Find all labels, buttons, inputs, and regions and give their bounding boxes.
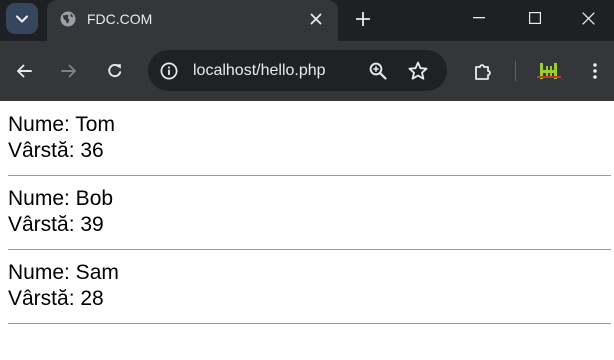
minimize-button[interactable] (451, 0, 507, 36)
plus-icon (356, 12, 370, 26)
minimize-icon (473, 17, 485, 19)
tab-title: FDC.COM (87, 11, 153, 27)
toolbar-divider (515, 61, 516, 81)
close-icon (582, 11, 595, 25)
address-bar[interactable]: localhost/hello.php (148, 50, 447, 91)
star-icon (408, 61, 428, 81)
arrow-left-icon (16, 63, 32, 79)
page-content: Nume: Tom Vârstă: 36 Nume: Bob Vârstă: 3… (0, 101, 614, 360)
maximize-icon (529, 12, 541, 24)
url-text[interactable]: localhost/hello.php (193, 61, 326, 81)
chevron-down-icon (16, 14, 28, 23)
extension-app-button[interactable] (534, 56, 564, 86)
close-icon (310, 13, 322, 25)
back-button[interactable] (9, 56, 39, 86)
new-tab-button[interactable] (350, 6, 376, 32)
close-tab-button[interactable] (305, 8, 327, 30)
reload-button[interactable] (100, 56, 130, 86)
active-tab[interactable]: FDC.COM (47, 0, 338, 41)
globe-icon (59, 10, 77, 28)
extensions-button[interactable] (468, 56, 498, 86)
site-info-icon (160, 62, 178, 80)
zoom-icon (369, 62, 387, 80)
forward-button[interactable] (54, 56, 84, 86)
reload-icon (107, 63, 123, 79)
person-age: Vârstă: 28 (8, 287, 104, 310)
separator (8, 323, 611, 324)
person-entry: Nume: Sam Vârstă: 28 (8, 260, 614, 312)
kebab-menu-icon (593, 63, 597, 79)
person-age: Vârstă: 36 (8, 139, 104, 162)
person-entry: Nume: Tom Vârstă: 36 (8, 112, 614, 164)
person-name: Nume: Tom (8, 113, 115, 136)
browser-toolbar: localhost/hello.php (0, 41, 614, 101)
person-name: Nume: Sam (8, 261, 119, 284)
tab-strip: FDC.COM (0, 0, 614, 41)
puzzle-icon (473, 61, 493, 81)
arrow-right-icon (61, 63, 77, 79)
site-info-button[interactable] (157, 59, 181, 83)
person-age: Vârstă: 39 (8, 213, 104, 236)
person-entry: Nume: Bob Vârstă: 39 (8, 186, 614, 238)
browser-menu-button[interactable] (580, 56, 610, 86)
maximize-button[interactable] (507, 0, 563, 36)
close-window-button[interactable] (563, 0, 614, 36)
separator (8, 175, 611, 176)
tab-search-button[interactable] (6, 3, 38, 34)
extension-app-icon (537, 61, 561, 81)
zoom-button[interactable] (366, 59, 390, 83)
bookmark-button[interactable] (406, 59, 430, 83)
separator (8, 249, 611, 250)
person-name: Nume: Bob (8, 187, 114, 210)
